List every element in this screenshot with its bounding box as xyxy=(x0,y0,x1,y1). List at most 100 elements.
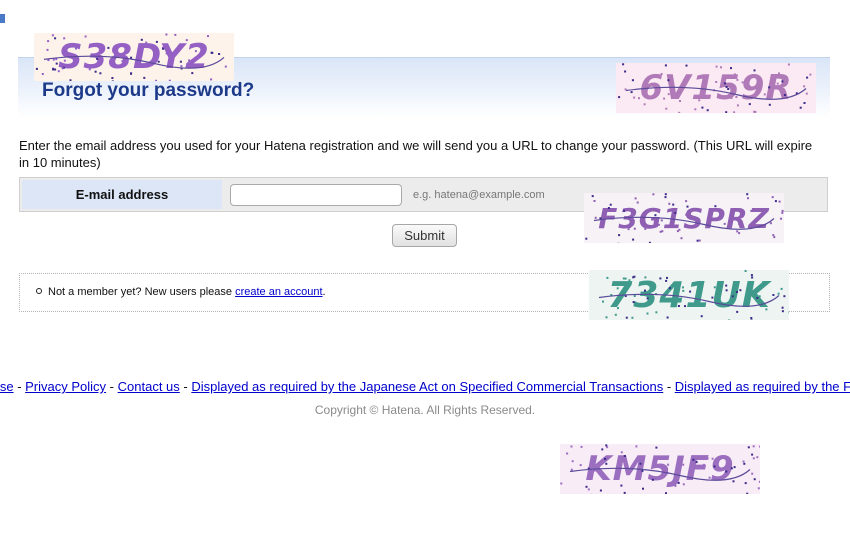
captcha-noise-dot xyxy=(642,214,645,216)
captcha-noise-dot xyxy=(69,79,72,81)
captcha-noise-dot xyxy=(629,226,631,228)
captcha-noise-dot xyxy=(593,200,596,202)
member-suffix: . xyxy=(322,286,326,298)
captcha-noise-dot xyxy=(61,67,64,70)
captcha-strike-line xyxy=(43,55,225,69)
footer-link-privacy[interactable]: Privacy Policy xyxy=(25,379,106,394)
captcha-noise-dot xyxy=(714,205,717,208)
captcha-noise-dot xyxy=(744,270,747,272)
captcha-noise-dot xyxy=(635,445,638,448)
captcha-noise-dot xyxy=(733,111,736,113)
captcha-noise-dot xyxy=(667,93,670,96)
captcha-noise-dot xyxy=(743,462,746,465)
captcha-noise-dot xyxy=(752,457,755,460)
captcha-noise-dot xyxy=(111,77,114,79)
captcha-noise-dot xyxy=(140,38,143,41)
captcha-noise-dot xyxy=(730,211,733,214)
captcha-noise-dot xyxy=(783,94,786,96)
captcha-noise-dot xyxy=(679,100,681,102)
captcha-noise-dot xyxy=(750,319,753,320)
captcha-noise-dot xyxy=(750,317,753,319)
captcha-noise-dot xyxy=(663,97,666,100)
create-account-link[interactable]: create an account xyxy=(235,286,322,298)
captcha-noise-dot xyxy=(644,227,647,230)
captcha-noise-dot xyxy=(620,484,623,487)
captcha-noise-dot xyxy=(758,295,761,298)
captcha-noise-dot xyxy=(121,60,124,63)
captcha-noise-dot xyxy=(781,209,784,212)
captcha-noise-dot xyxy=(781,80,784,83)
captcha-strike-line xyxy=(593,216,775,230)
captcha-noise-dot xyxy=(623,455,626,457)
captcha-noise-dot xyxy=(776,82,779,85)
captcha-noise-dot xyxy=(803,85,806,88)
captcha-noise-dot xyxy=(207,35,209,38)
captcha-image: 6V159R xyxy=(616,63,816,113)
captcha-noise-dot xyxy=(781,310,784,313)
footer-link-contact[interactable]: Contact us xyxy=(118,379,180,394)
captcha-noise-dot xyxy=(612,208,615,211)
captcha-noise-dot xyxy=(599,489,602,492)
captcha-noise-dot xyxy=(768,86,771,89)
captcha-noise-dot xyxy=(165,52,168,55)
captcha-noise-dot xyxy=(725,470,728,473)
captcha-noise-dot xyxy=(52,67,55,70)
captcha-noise-dot xyxy=(787,63,790,66)
captcha-noise-dot xyxy=(593,469,596,472)
captcha-noise-dot xyxy=(224,65,227,68)
captcha-noise-dot xyxy=(51,34,54,37)
captcha-noise-dot xyxy=(54,68,57,71)
footer-link-terms[interactable]: of Use xyxy=(0,379,14,394)
captcha-noise xyxy=(560,444,760,494)
captcha-noise-dot xyxy=(180,65,183,68)
captcha-noise-dot xyxy=(99,72,102,75)
submit-button[interactable]: Submit xyxy=(392,224,457,247)
captcha-noise-dot xyxy=(768,103,771,106)
captcha-noise-dot xyxy=(736,78,739,81)
footer-link-fund-settlement[interactable]: Displayed as required by the Fund S xyxy=(675,379,850,394)
captcha-noise-dot xyxy=(774,200,777,203)
captcha-noise-dot xyxy=(659,230,662,233)
captcha-noise-dot xyxy=(627,228,630,231)
captcha-noise-dot xyxy=(648,241,651,243)
captcha-noise-dot xyxy=(665,492,667,494)
captcha-noise-dot xyxy=(725,111,728,113)
captcha-noise-dot xyxy=(566,452,569,455)
captcha-noise-dot xyxy=(210,78,213,81)
captcha-noise-dot xyxy=(763,93,766,96)
captcha-noise-dot xyxy=(702,463,705,466)
email-label: E-mail address xyxy=(22,180,222,209)
captcha-noise-dot xyxy=(799,106,802,109)
captcha-noise-dot xyxy=(753,478,756,481)
captcha-noise-dot xyxy=(733,73,736,76)
email-field[interactable] xyxy=(230,184,402,206)
captcha-noise xyxy=(598,270,789,320)
captcha-noise-dot xyxy=(730,97,733,99)
captcha-noise-dot xyxy=(684,305,686,308)
captcha-noise-dot xyxy=(607,207,610,209)
captcha-noise-dot xyxy=(651,478,654,481)
captcha-noise-dot xyxy=(601,448,604,451)
captcha-noise xyxy=(35,33,227,81)
captcha-noise-dot xyxy=(742,460,745,463)
captcha-noise-dot xyxy=(157,60,160,63)
footer-link-commercial-transactions[interactable]: Displayed as required by the Japanese Ac… xyxy=(191,379,663,394)
captcha-noise-dot xyxy=(698,99,701,102)
captcha-noise-dot xyxy=(644,289,646,292)
captcha-noise-dot xyxy=(54,37,57,40)
captcha-noise-dot xyxy=(646,312,649,315)
captcha-noise-dot xyxy=(606,276,609,279)
captcha-noise-dot xyxy=(731,295,734,298)
captcha-noise-dot xyxy=(668,202,671,205)
captcha-noise-dot xyxy=(660,219,663,222)
captcha-noise-dot xyxy=(730,467,733,470)
bullet-icon xyxy=(36,288,42,295)
captcha-noise-dot xyxy=(667,463,670,466)
captcha-noise-dot xyxy=(756,297,759,299)
captcha-noise-dot xyxy=(685,213,688,216)
captcha-noise-dot xyxy=(191,72,194,75)
captcha-noise-dot xyxy=(682,286,684,289)
captcha-noise-dot xyxy=(758,480,760,483)
captcha-noise-dot xyxy=(57,70,60,73)
captcha-noise-dot xyxy=(761,281,764,284)
